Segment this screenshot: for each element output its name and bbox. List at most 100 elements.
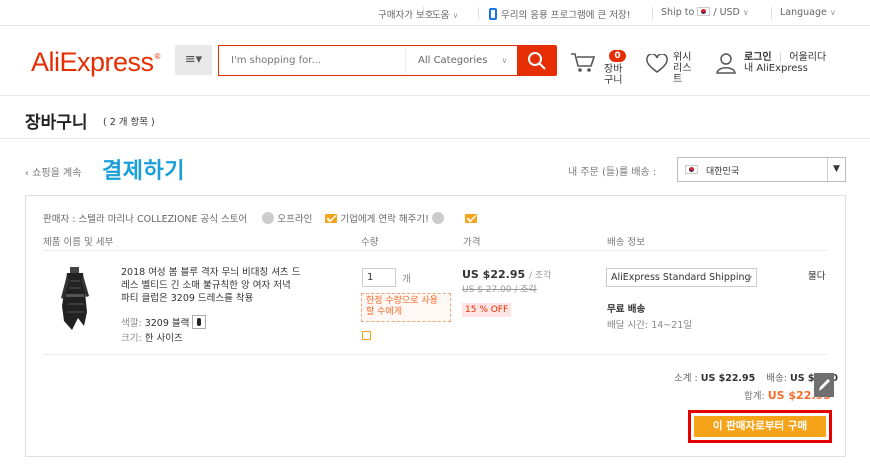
discount-badge: 15 % OFF xyxy=(462,303,512,317)
search-button[interactable] xyxy=(517,45,557,76)
envelope-icon[interactable] xyxy=(464,214,477,223)
search-input[interactable] xyxy=(219,46,399,75)
unit-price: US $22.95 / 조각 xyxy=(462,268,551,281)
country-label: 대한민국 xyxy=(706,167,740,177)
col-head-shipping: 배송 정보 xyxy=(607,237,645,248)
cart-label-line: 구니 xyxy=(604,75,623,86)
help-menu[interactable]: 도움 ∨ xyxy=(432,7,458,21)
col-head-qty: 수량 xyxy=(361,237,379,248)
col-head-price: 가격 xyxy=(463,237,481,248)
color-label: 색깔: xyxy=(121,318,142,329)
chevron-down-icon: ∨ xyxy=(829,8,836,17)
chevron-down-icon: ∨ xyxy=(452,11,459,20)
my-aliexpress-link[interactable]: 내 AliExpress xyxy=(744,63,826,74)
subtotal-label: 소계 : xyxy=(674,373,698,384)
caret-down-icon: ▼ xyxy=(827,158,845,181)
color-attribute: 색깔: 3209 블랙 xyxy=(121,315,207,329)
ship-to-country-select[interactable]: 대한민국 ▼ xyxy=(677,157,846,182)
language-menu[interactable]: Language ∨ xyxy=(780,7,836,18)
aliexpress-logo[interactable]: AliExpress® xyxy=(31,47,160,78)
divider xyxy=(43,250,828,251)
ship-to-label: 내 주문 (들)를 배송 : xyxy=(568,167,657,178)
category-label: All Categories xyxy=(418,55,488,66)
help-label: 도움 xyxy=(432,10,450,21)
envelope-icon xyxy=(325,214,338,223)
color-value: 3209 블랙 xyxy=(144,318,190,329)
currency-label: / USD xyxy=(713,7,740,18)
limited-notice-line: 할 수에게 xyxy=(366,307,402,317)
quantity-unit: 개 xyxy=(402,274,411,285)
contact-seller-link[interactable]: 기업에게 연락 해주기! xyxy=(340,214,429,225)
divider xyxy=(478,7,479,19)
category-menu-button[interactable]: ≡▾ xyxy=(175,45,212,75)
chevron-down-icon: ∨ xyxy=(742,8,749,17)
offline-status-icon xyxy=(262,212,275,224)
quantity-input[interactable]: 1 xyxy=(362,268,396,287)
continue-shopping-link[interactable]: ‹ 쇼핑을 계속 xyxy=(25,164,81,179)
join-link[interactable]: 어울리다 xyxy=(789,52,826,63)
phone-icon xyxy=(489,8,497,20)
header-divider xyxy=(0,95,870,96)
language-label: Language xyxy=(780,7,827,18)
divider xyxy=(423,7,424,19)
offline-label: 오프라인 xyxy=(277,214,313,225)
cart-label-line: 장바 xyxy=(604,64,623,75)
color-swatch-icon xyxy=(192,315,207,329)
price-unit: / 조각 xyxy=(528,271,552,281)
ship-to-label: Ship to xyxy=(661,7,695,18)
subtotal-value: US $22.95 xyxy=(700,373,756,384)
checkout-link[interactable]: 결제하기 xyxy=(102,153,185,185)
login-link[interactable]: 로그인 xyxy=(744,52,772,63)
shipping-method-select[interactable]: AliExpress Standard Shipping ▾ xyxy=(606,268,757,287)
cart-icon[interactable] xyxy=(570,52,596,74)
pencil-edit-icon[interactable] xyxy=(814,373,834,397)
limited-quantity-notice: 한정 수량으로 사용 할 수에게 xyxy=(361,293,451,322)
status-dot-icon xyxy=(431,212,444,224)
seller-name[interactable]: 판매자 : 스텔라 마리나 COLLEZIONE 공식 스토어 xyxy=(43,214,247,225)
chevron-down-icon: ∨ xyxy=(501,56,508,65)
product-title-line: 2018 여성 봄 블루 격자 무늬 비대칭 셔츠 드 xyxy=(121,267,301,278)
buyer-protection-link[interactable]: 구매자가 보호 xyxy=(378,7,433,21)
trademark-mark: ® xyxy=(154,52,161,61)
category-select[interactable]: All Categories ∨ xyxy=(405,46,518,75)
page-title: 장바구니 xyxy=(25,113,88,133)
price-value: US $22.95 xyxy=(462,268,526,281)
size-label: 크기: xyxy=(121,333,142,344)
wishlist-label-line: 리스 xyxy=(673,63,692,74)
product-title-link[interactable]: 2018 여성 봄 블루 격자 무늬 비대칭 셔츠 드 레스 벨티드 긴 소매 … xyxy=(121,266,321,305)
free-shipping-label: 무료 배송 xyxy=(607,304,646,315)
product-title-line: 레스 벨티드 긴 소매 불규칙한 앙 여자 저녁 xyxy=(121,280,291,291)
search-icon xyxy=(528,52,546,70)
seller-row: 판매자 : 스텔라 마리나 COLLEZIONE 공식 스토어 오프라인 기업에… xyxy=(43,211,477,225)
divider xyxy=(771,7,772,19)
checkbox[interactable] xyxy=(362,331,371,340)
size-attribute: 크기: 한 사이즈 xyxy=(121,330,183,344)
korea-flag-icon xyxy=(685,165,698,174)
size-value: 한 사이즈 xyxy=(144,333,183,344)
hamburger-icon: ≡▾ xyxy=(184,52,203,67)
heart-icon[interactable] xyxy=(646,54,668,74)
col-head-product: 제품 이름 및 세부 xyxy=(43,237,114,248)
shipping-label: 배송: xyxy=(766,373,787,384)
cart-label[interactable]: 장바 구니 xyxy=(604,64,622,86)
wishlist-label[interactable]: 위시 리스 트 xyxy=(673,52,691,85)
product-thumbnail[interactable] xyxy=(58,266,92,332)
buy-from-seller-button[interactable]: 이 판매자로부터 구매 xyxy=(694,416,826,437)
wishlist-label-line: 트 xyxy=(673,74,683,85)
top-utility-bar: 구매자가 보호 도움 ∨ 우리의 응용 프로그램에 큰 저장! Ship to /… xyxy=(0,0,870,26)
ship-to-currency-menu[interactable]: Ship to / USD ∨ xyxy=(661,7,749,18)
account-area: 로그인 | 어울리다 내 AliExpress xyxy=(744,52,826,74)
remove-item-link[interactable]: 물다 xyxy=(808,268,825,282)
buy-button-highlight: 이 판매자로부터 구매 xyxy=(688,410,832,443)
app-promo-label: 우리의 응용 프로그램에 큰 저장! xyxy=(501,10,631,21)
chevron-down-icon: ▾ xyxy=(747,273,752,282)
item-count: ( 2 개 항목 ) xyxy=(103,117,155,128)
user-icon[interactable] xyxy=(716,52,736,74)
divider xyxy=(652,7,653,19)
divider: | xyxy=(778,52,783,63)
limited-notice-line: 한정 수량으로 사용 xyxy=(366,296,438,306)
korea-flag-icon xyxy=(697,7,711,16)
search-bar: All Categories ∨ xyxy=(218,45,518,76)
title-divider xyxy=(0,138,870,139)
app-promo-link[interactable]: 우리의 응용 프로그램에 큰 저장! xyxy=(489,7,631,21)
